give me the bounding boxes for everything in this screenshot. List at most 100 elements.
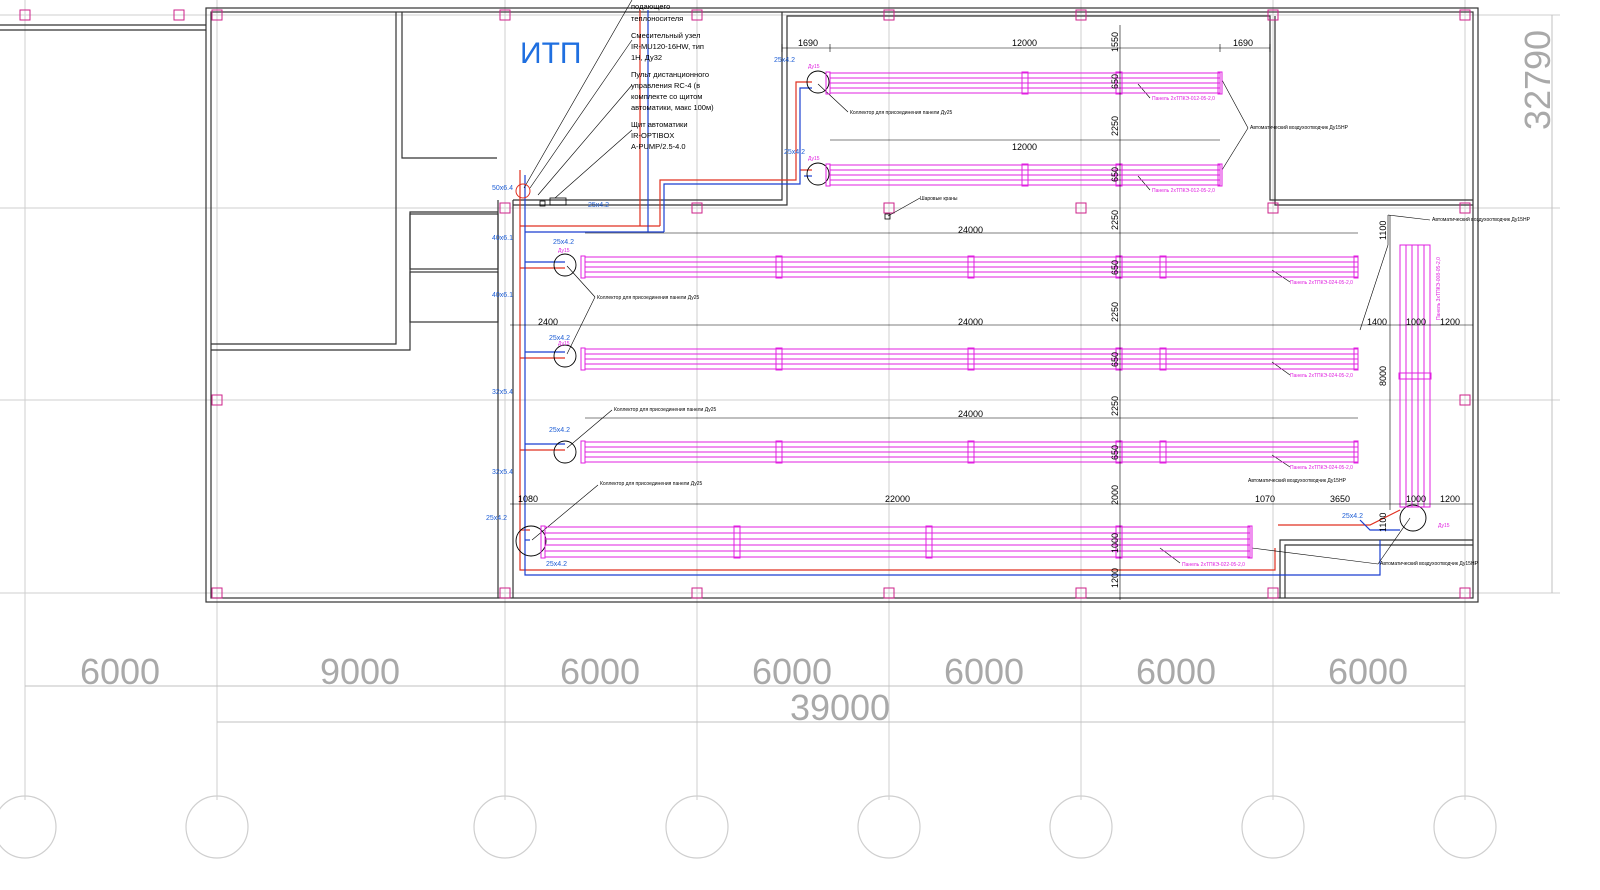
svg-text:1690: 1690 [798,38,818,48]
svg-text:25x4.2: 25x4.2 [549,427,570,434]
pump-symbol [515,183,531,199]
svg-text:A-PUMP/2.5-4.0: A-PUMP/2.5-4.0 [631,142,686,151]
svg-text:25x4.2: 25x4.2 [546,561,567,568]
svg-text:2250: 2250 [1110,210,1120,230]
svg-text:2250: 2250 [1110,116,1120,136]
svg-text:6000: 6000 [80,651,160,692]
panel-vertical [1398,244,1432,508]
panel-row-5 [584,440,1359,464]
svg-text:24000: 24000 [958,409,983,419]
svg-text:Автоматический воздухоотводчик: Автоматический воздухоотводчик Ду15НР [1380,560,1479,567]
svg-text:автоматики, макс 100м): автоматики, макс 100м) [631,103,714,112]
svg-text:Щит автоматики: Щит автоматики [631,120,688,129]
vertical-dimension-labels: 1550 650 2250 650 2250 650 2250 650 2250… [1110,32,1388,588]
svg-text:1100: 1100 [1378,221,1388,240]
building-walls [0,7,1479,603]
svg-text:1000: 1000 [1406,317,1426,327]
svg-text:теплоносителя: теплоносителя [631,14,683,23]
svg-text:9000: 9000 [320,651,400,692]
svg-text:Коллектор для присоединения па: Коллектор для присоединения панели Ду25 [614,407,716,413]
svg-text:Ду15: Ду15 [1438,523,1450,529]
svg-text:1200: 1200 [1440,317,1460,327]
svg-text:Автоматический воздухоотводчик: Автоматический воздухоотводчик Ду15НР [1248,477,1347,484]
svg-text:Панель 2хТПКЭ-012-05-2,0: Панель 2хТПКЭ-012-05-2,0 [1152,96,1215,102]
equipment-notes: подающего теплоносителя Смесительный узе… [631,2,714,151]
svg-text:2400: 2400 [538,317,558,327]
svg-text:Автоматический воздухоотводчик: Автоматический воздухоотводчик Ду15НР [1432,216,1531,223]
svg-text:3650: 3650 [1330,494,1350,504]
svg-text:Автоматический воздухоотводчик: Автоматический воздухоотводчик Ду15НР [1250,124,1349,131]
svg-text:6000: 6000 [1136,651,1216,692]
svg-text:6000: 6000 [560,651,640,692]
svg-text:Панель 3хТПКЭ-008-05-2,0: Панель 3хТПКЭ-008-05-2,0 [1436,257,1442,320]
svg-text:1100: 1100 [1378,513,1388,532]
svg-text:1070: 1070 [1255,494,1275,504]
svg-text:1Н, Ду32: 1Н, Ду32 [631,53,662,62]
svg-text:25x4.2: 25x4.2 [553,239,574,246]
svg-text:IR-OPTIBOX: IR-OPTIBOX [631,131,674,140]
svg-text:2250: 2250 [1110,302,1120,322]
svg-text:32x5.4: 32x5.4 [492,469,513,476]
svg-text:Пульт дистанционного: Пульт дистанционного [631,70,709,79]
svg-text:Панель 2хТПКЭ-022-05-2,0: Панель 2хТПКЭ-022-05-2,0 [1182,562,1245,568]
svg-text:50x6.4: 50x6.4 [492,185,513,192]
svg-text:32x5.4: 32x5.4 [492,389,513,396]
svg-text:6000: 6000 [944,651,1024,692]
svg-text:Смесительный узел: Смесительный узел [631,31,700,40]
svg-text:6000: 6000 [752,651,832,692]
svg-text:комплекте со щитом: комплекте со щитом [631,92,702,101]
svg-text:2000: 2000 [1110,485,1120,505]
svg-text:Коллектор для присоединения па: Коллектор для присоединения панели Ду25 [600,481,702,487]
svg-text:25x4.2: 25x4.2 [774,57,795,64]
svg-text:40x6.1: 40x6.1 [492,235,513,242]
overall-height-label: 32790 [1517,30,1558,130]
svg-text:22000: 22000 [885,494,910,504]
panel-row-4 [584,347,1359,371]
svg-text:25x4.2: 25x4.2 [486,515,507,522]
panel-row-3 [584,255,1359,279]
control-cabinet-symbol [549,197,567,206]
svg-text:40x6.1: 40x6.1 [492,292,513,299]
pipe-size-labels: 25x4.2 25x4.2 25x4.2 25x4.2 25x4.2 25x4.… [486,57,1363,568]
svg-text:6000: 6000 [1328,651,1408,692]
columns [19,9,1471,599]
svg-text:управления RC-4 (в: управления RC-4 (в [631,81,700,90]
svg-text:подающего: подающего [631,2,670,11]
svg-text:Шаровые краны: Шаровые краны [920,196,958,202]
svg-text:Коллектор для присоединения па: Коллектор для присоединения панели Ду25 [850,110,952,116]
svg-text:1000: 1000 [1406,494,1426,504]
svg-text:24000: 24000 [958,317,983,327]
small-annotations: Коллектор для присоединения панели Ду25 … [558,64,1531,568]
svg-text:1200: 1200 [1440,494,1460,504]
svg-text:650: 650 [1110,167,1120,182]
svg-text:650: 650 [1110,260,1120,275]
overall-width-label: 39000 [790,687,890,728]
svg-text:Панель 2хТПКЭ-024-05-2,0: Панель 2хТПКЭ-024-05-2,0 [1290,373,1353,379]
svg-text:24000: 24000 [958,225,983,235]
svg-text:Панель 2хТПКЭ-024-05-2,0: Панель 2хТПКЭ-024-05-2,0 [1290,465,1353,471]
svg-text:650: 650 [1110,352,1120,367]
svg-text:1550: 1550 [1110,32,1120,52]
svg-text:650: 650 [1110,445,1120,460]
svg-text:8000: 8000 [1378,366,1388,386]
svg-text:Ду15: Ду15 [558,248,570,254]
svg-text:Панель 2хТПКЭ-012-05-2,0: Панель 2хТПКЭ-012-05-2,0 [1152,188,1215,194]
svg-text:Ду15: Ду15 [808,64,820,70]
axis-bubbles [0,795,1497,859]
svg-text:1690: 1690 [1233,38,1253,48]
svg-text:650: 650 [1110,74,1120,89]
svg-text:Ду15: Ду15 [808,156,820,162]
svg-text:1400: 1400 [1367,317,1387,327]
svg-text:25x4.2: 25x4.2 [1342,513,1363,520]
svg-text:25x4.2: 25x4.2 [784,149,805,156]
room-label-itp: ИТП [520,37,581,70]
svg-text:1200: 1200 [1110,568,1120,588]
panel-row-6 [544,525,1251,559]
svg-text:1000: 1000 [1110,533,1120,553]
svg-text:25x4.2: 25x4.2 [588,202,609,209]
svg-text:Коллектор для присоединения па: Коллектор для присоединения панели Ду25 [597,295,699,301]
svg-text:Ду15: Ду15 [558,341,570,347]
svg-text:12000: 12000 [1012,38,1037,48]
svg-text:1080: 1080 [518,494,538,504]
svg-text:2250: 2250 [1110,396,1120,416]
